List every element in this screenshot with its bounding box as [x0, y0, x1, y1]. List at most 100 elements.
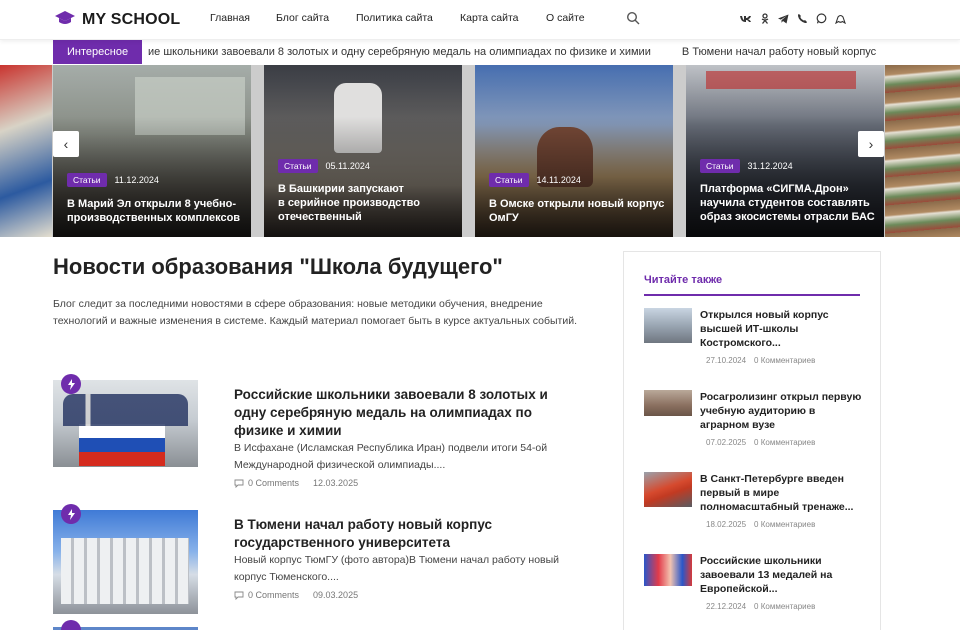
slide-title-line: научила студентов составлять [700, 197, 870, 209]
slide-meta: Статьи 31.12.2024 [700, 159, 793, 173]
site-logo[interactable]: MY SCHOOL [54, 10, 180, 30]
slide-title-line: Платформа «СИГМА.Дрон» [700, 183, 849, 195]
comment-icon [234, 591, 244, 600]
sidebar-item[interactable]: Российские школьники завоевали 13 медале… [644, 554, 864, 624]
building-image [61, 538, 189, 604]
max-icon[interactable] [835, 13, 846, 24]
nav-item-about[interactable]: О сайте [546, 12, 606, 24]
slide-title-line: В Марий Эл открыли 8 учебно- [67, 198, 237, 210]
nav-item-blog[interactable]: Блог сайта [276, 12, 356, 24]
sidebar-item-meta: 22.12.2024 0 Комментариев [706, 602, 815, 611]
sidebar-title-underline [644, 294, 860, 296]
slide-title-line: образ экосистемы отрасли БАС [700, 211, 875, 223]
news-ticker: Интересное ие школьники завоевали 8 золо… [0, 40, 960, 64]
slide-date: 14.11.2024 [536, 175, 581, 185]
telegram-icon[interactable] [778, 13, 789, 24]
sidebar-item-title[interactable]: В Санкт-Петербурге введен первый в мире … [700, 472, 862, 514]
sidebar-item-title[interactable]: Росагролизинг открыл первую учебную ауди… [700, 390, 862, 432]
sidebar-item-date: 27.10.2024 [706, 356, 747, 365]
slide-partial-left [0, 65, 52, 237]
nav-item-policy[interactable]: Политика сайта [356, 12, 460, 24]
sidebar-item-comments[interactable]: 0 Комментариев [754, 438, 815, 447]
lightning-icon [61, 374, 81, 394]
slide-title-line: отечественный [278, 211, 362, 223]
slide-title[interactable]: Платформа «СИГМА.Дрон» научила студентов… [700, 182, 875, 224]
nav-item-home[interactable]: Главная [210, 12, 276, 24]
nav-item-sitemap[interactable]: Карта сайта [460, 12, 546, 24]
ticker-item[interactable]: В Тюмени начал работу новый корпус [682, 46, 876, 58]
slide-card[interactable]: Статьи 31.12.2024 Платформа «СИГМА.Дрон»… [686, 65, 884, 237]
slide-title[interactable]: В Омске открыли новый корпус ОмГУ [489, 197, 664, 225]
slide-partial-right [885, 65, 960, 237]
page-title: Новости образования "Школа будущего" [53, 254, 503, 279]
lightning-icon [61, 504, 81, 524]
post-title[interactable]: В Тюмени начал работу новый корпус госуд… [234, 516, 554, 552]
sidebar-item-date: 22.12.2024 [706, 602, 747, 611]
category-badge[interactable]: Статьи [700, 159, 740, 173]
category-badge[interactable]: Статьи [67, 173, 107, 187]
post-card: В Тюмени начал работу новый корпус госуд… [53, 504, 573, 614]
slider-prev-button[interactable]: ‹ [53, 131, 79, 157]
sidebar-item[interactable]: В Санкт-Петербурге введен первый в мире … [644, 472, 864, 542]
odnoklassniki-icon[interactable] [759, 13, 770, 24]
slide-title-line: производственных комплексов [67, 212, 241, 224]
post-date: 09.03.2025 [313, 590, 359, 600]
post-thumbnail[interactable] [53, 510, 198, 614]
viber-icon[interactable] [797, 13, 808, 24]
sidebar-item-date: 18.02.2025 [706, 520, 747, 529]
slide-title-line: в серийное производство [278, 197, 421, 209]
category-badge[interactable]: Статьи [278, 159, 318, 173]
sidebar-item-meta: 27.10.2024 0 Комментариев [706, 356, 815, 365]
slider-next-button[interactable]: › [858, 131, 884, 157]
sidebar-thumbnail[interactable] [644, 308, 692, 343]
whatsapp-icon[interactable] [816, 13, 827, 24]
sidebar-item-comments[interactable]: 0 Комментариев [754, 520, 815, 529]
sidebar-thumbnail[interactable] [644, 390, 692, 416]
sidebar-read-also: Читайте также Открылся новый корпус высш… [623, 251, 881, 630]
slide-title[interactable]: В Башкирии запускают в серийное производ… [278, 182, 420, 224]
sidebar-thumbnail[interactable] [644, 554, 692, 586]
logo-text: MY SCHOOL [82, 11, 181, 28]
sidebar-item-title[interactable]: Открылся новый корпус высшей ИТ-школы Ко… [700, 308, 862, 350]
graduation-cap-icon [54, 10, 76, 31]
sidebar-item-comments[interactable]: 0 Комментариев [754, 356, 815, 365]
slide-meta: Статьи 11.12.2024 [67, 173, 159, 187]
featured-slider: Статьи 11.12.2024 В Марий Эл открыли 8 у… [0, 65, 960, 237]
page-intro: Блог следит за последними новостями в сф… [53, 298, 578, 327]
search-icon[interactable] [626, 11, 640, 25]
comment-icon [234, 479, 244, 488]
slide-card[interactable]: Статьи 14.11.2024 В Омске открыли новый … [475, 65, 673, 237]
sidebar-item-comments[interactable]: 0 Комментариев [754, 602, 815, 611]
sidebar-item-date: 07.02.2025 [706, 438, 747, 447]
site-header: MY SCHOOL Главная Блог сайта Политика са… [0, 0, 960, 40]
sidebar-thumbnail[interactable] [644, 472, 692, 507]
lightning-icon [61, 620, 81, 630]
social-links [740, 13, 846, 24]
slide-card[interactable]: Статьи 05.11.2024 В Башкирии запускают в… [264, 65, 462, 237]
sidebar-item-title[interactable]: Российские школьники завоевали 13 медале… [700, 554, 862, 596]
ticker-badge: Интересное [53, 40, 143, 64]
post-comments[interactable]: 0 Comments [234, 478, 299, 488]
slide-card[interactable]: Статьи 11.12.2024 В Марий Эл открыли 8 у… [53, 65, 251, 237]
slide-date: 05.11.2024 [325, 161, 370, 171]
slide-title-line: ОмГУ [489, 212, 519, 224]
ticker-track: ие школьники завоевали 8 золотых и одну … [148, 40, 904, 64]
slide-title[interactable]: В Марий Эл открыли 8 учебно- производств… [67, 197, 240, 225]
slide-date: 11.12.2024 [114, 175, 159, 185]
post-comments-count: 0 Comments [248, 478, 300, 488]
post-comments[interactable]: 0 Comments [234, 590, 299, 600]
sidebar-title: Читайте также [644, 274, 723, 286]
sidebar-item[interactable]: Росагролизинг открыл первую учебную ауди… [644, 390, 864, 460]
ticker-item[interactable]: ие школьники завоевали 8 золотых и одну … [148, 46, 651, 58]
sidebar-item-meta: 07.02.2025 0 Комментариев [706, 438, 815, 447]
category-badge[interactable]: Статьи [489, 173, 529, 187]
russian-flag-image [79, 424, 165, 466]
post-comments-count: 0 Comments [248, 590, 300, 600]
post-title[interactable]: Российские школьники завоевали 8 золотых… [234, 386, 554, 440]
sidebar-item-meta: 18.02.2025 0 Комментариев [706, 520, 815, 529]
slide-title-line: В Башкирии запускают [278, 183, 404, 195]
post-excerpt: В Исфахане (Исламская Республика Иран) п… [234, 442, 548, 471]
post-meta: 0 Comments 12.03.2025 [234, 478, 358, 488]
sidebar-item[interactable]: Открылся новый корпус высшей ИТ-школы Ко… [644, 308, 864, 378]
vk-icon[interactable] [740, 13, 751, 24]
